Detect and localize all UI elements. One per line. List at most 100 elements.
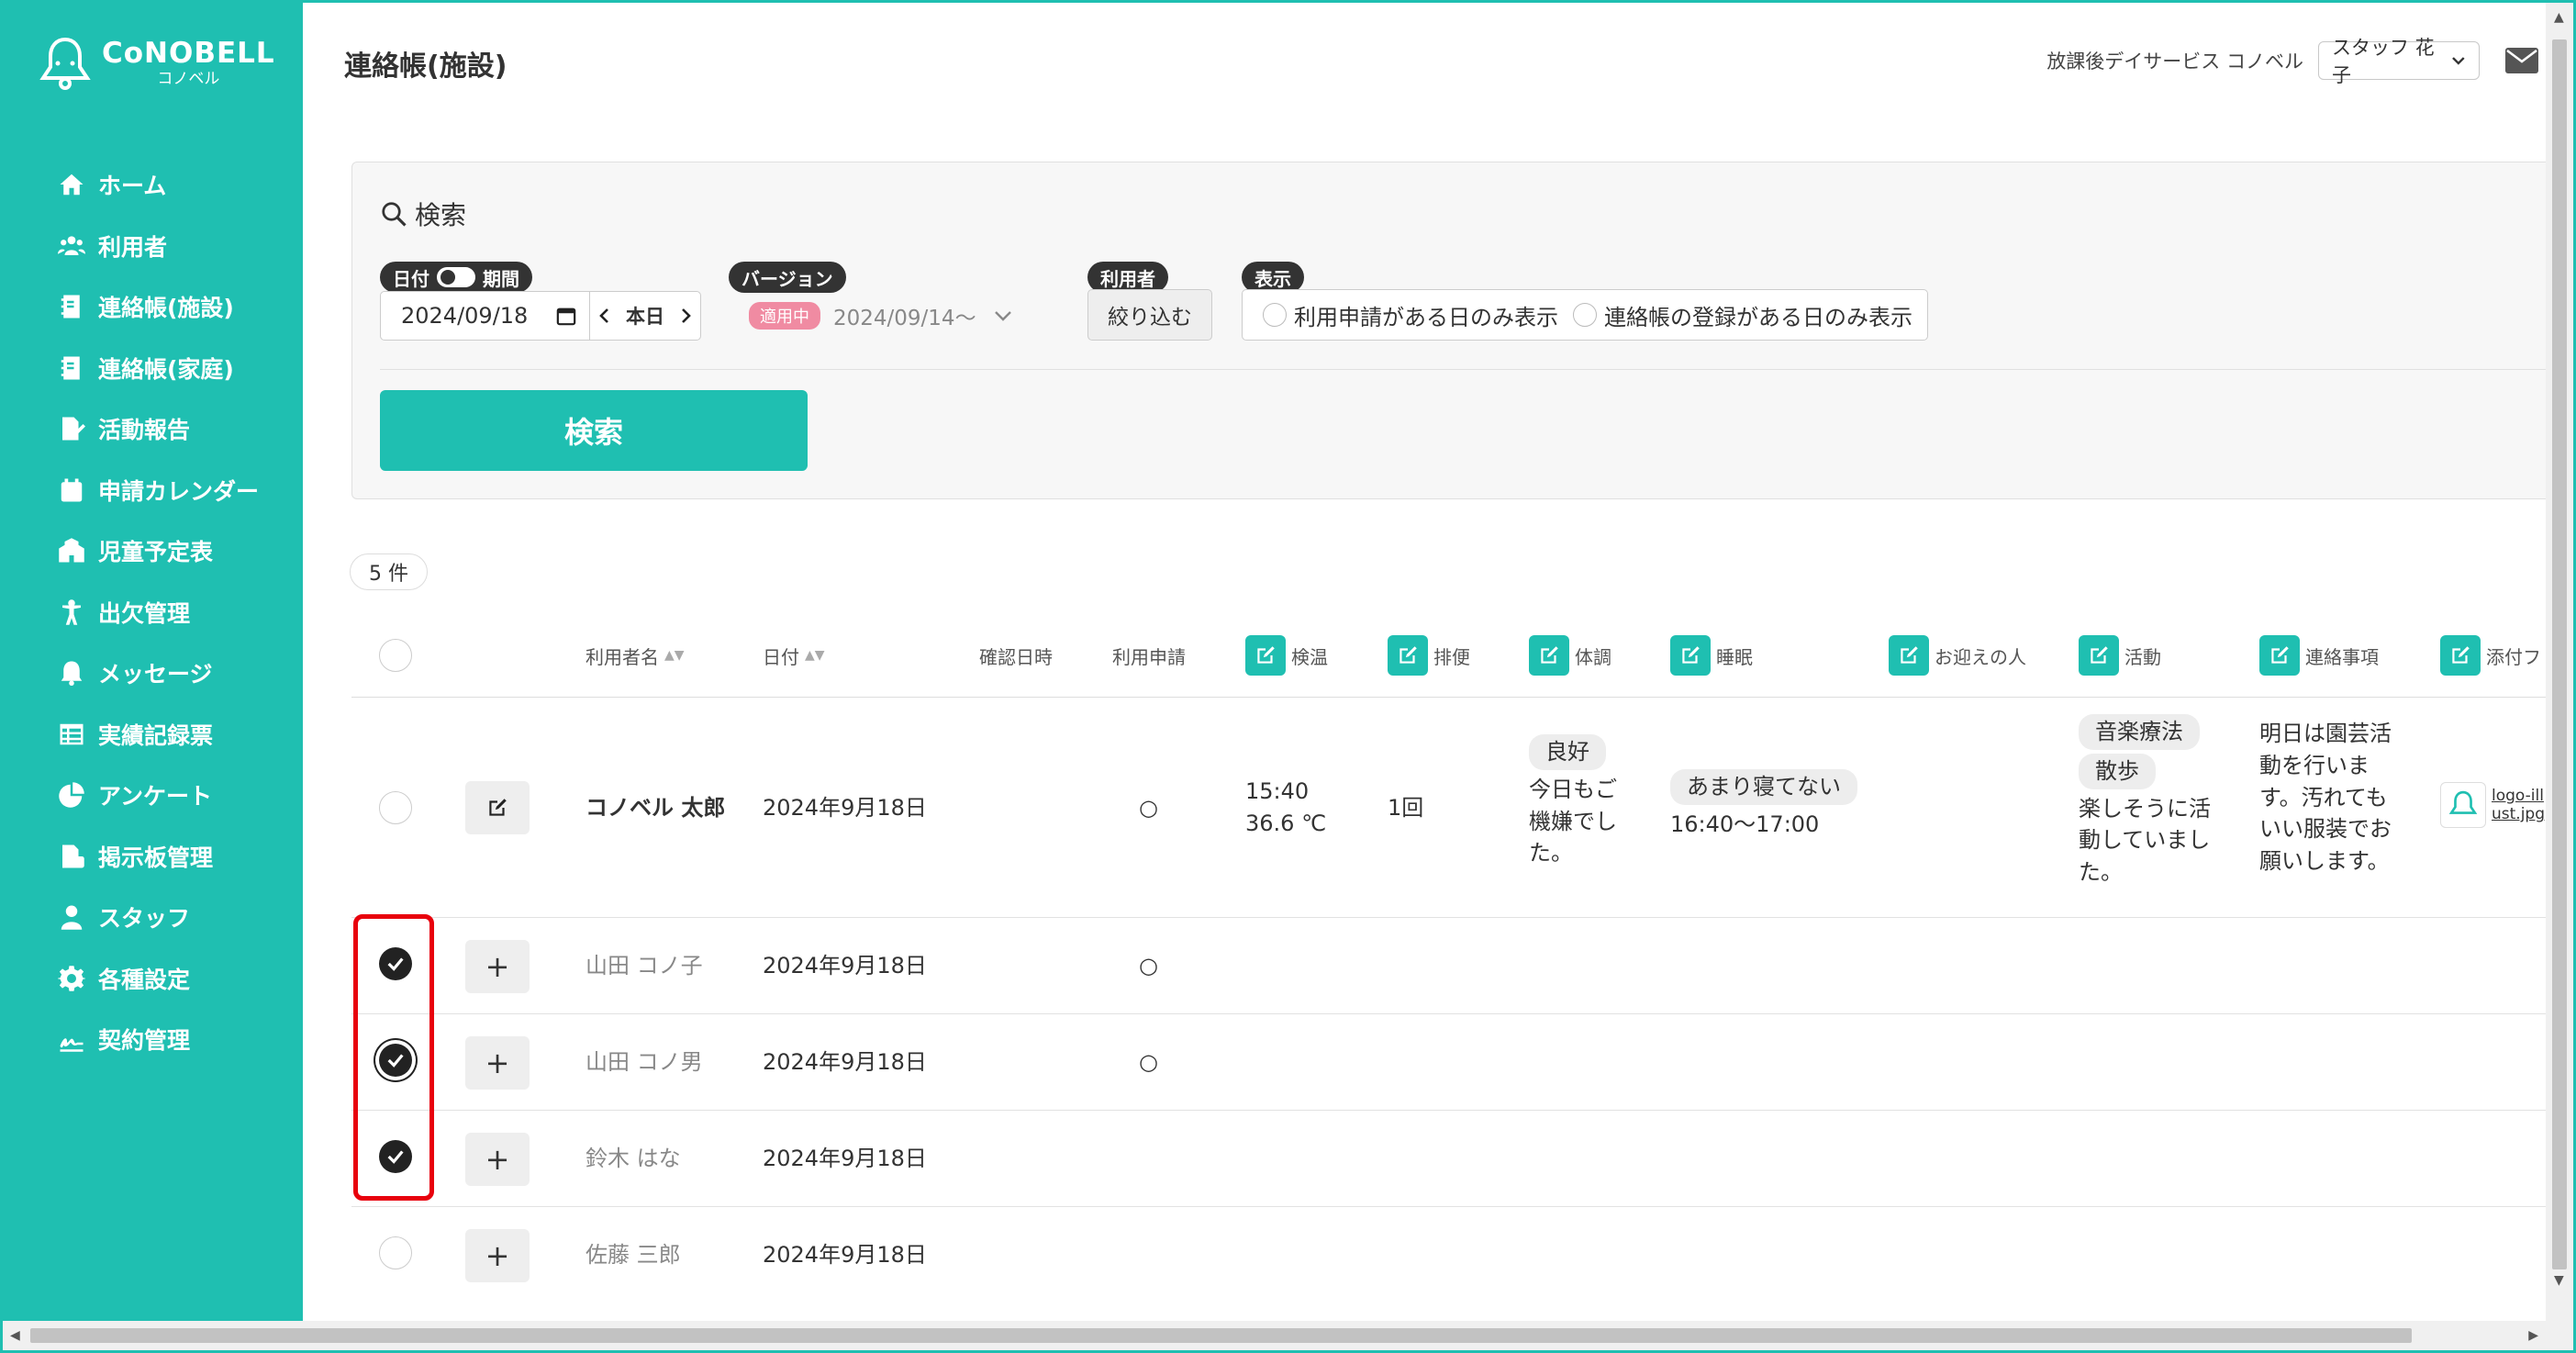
plus-icon: + (485, 1237, 510, 1273)
sidebar-item-label: 掲示板管理 (98, 844, 214, 871)
add-row-button[interactable]: + (465, 1133, 530, 1186)
home-icon (60, 174, 84, 196)
activity-tag: 音楽療法 (2079, 714, 2200, 750)
sidebar-item-notebook-facility[interactable]: 連絡帳(施設) (3, 276, 303, 338)
sidebar-item-schedule[interactable]: 児童予定表 (3, 520, 303, 582)
calendar-icon (61, 478, 83, 502)
header-sleep: 睡眠 (1670, 613, 1753, 698)
header-bowel-label: 排便 (1433, 645, 1470, 668)
search-heading: 検索 (380, 196, 466, 232)
edit-row-button[interactable] (465, 781, 530, 834)
scroll-left-icon[interactable]: ◀ (10, 1328, 20, 1343)
sidebar-item-attendance[interactable]: 出欠管理 (3, 582, 303, 643)
header-temperature-label: 検温 (1291, 645, 1328, 668)
highlight-annotation (353, 914, 434, 1201)
staff-select[interactable]: スタッフ 花子 (2318, 37, 2480, 86)
horizontal-scroll-thumb[interactable] (30, 1328, 2412, 1343)
edit-icon[interactable] (2259, 635, 2300, 676)
chevron-right-icon[interactable] (678, 307, 693, 325)
sleep-time: 16:40〜17:00 (1670, 811, 1820, 837)
add-row-button[interactable]: + (465, 1036, 530, 1090)
user-label: 利用者 (1087, 262, 1168, 293)
row-checkbox[interactable] (379, 791, 412, 824)
activity-text: 楽しそうに活動していました。 (2079, 795, 2211, 886)
sidebar-item-label: メッセージ (98, 661, 213, 688)
vertical-scroll-thumb[interactable] (2552, 39, 2567, 1269)
activity: 音楽療法 散歩 楽しそうに活動していました。 (2079, 714, 2214, 889)
vertical-scrollbar[interactable]: ▲ ▼ (2546, 3, 2573, 1325)
attachment[interactable]: logo-illust.jpg (2440, 782, 2550, 828)
user-name[interactable]: 鈴木 はな (585, 1143, 681, 1175)
row-date: 2024年9月18日 (763, 795, 927, 821)
table-row: + 山田 コノ男 2024年9月18日 ○ (351, 1014, 2573, 1111)
version-select[interactable]: 適用中 2024/09/14〜 (729, 291, 1062, 341)
sidebar-item-survey[interactable]: アンケート (3, 765, 303, 826)
radio-application-only[interactable] (1263, 303, 1287, 327)
sidebar-item-notebook-home[interactable]: 連絡帳(家庭) (3, 338, 303, 399)
calendar-icon[interactable] (556, 306, 576, 326)
horizontal-scrollbar[interactable]: ◀ ▶ (3, 1321, 2573, 1350)
sidebar-item-users[interactable]: 利用者 (3, 216, 303, 277)
gear-icon (58, 966, 85, 991)
condition-text: 今日もご機嫌でした。 (1529, 776, 1617, 867)
date-input[interactable]: 2024/09/18 (381, 292, 590, 340)
user-name[interactable]: 山田 コノ子 (585, 950, 703, 982)
divider (380, 369, 2573, 370)
scroll-right-icon[interactable]: ▶ (2528, 1328, 2538, 1343)
sidebar-item-activity-report[interactable]: 活動報告 (3, 398, 303, 460)
mail-icon[interactable] (2505, 47, 2538, 74)
radio-registered-only[interactable] (1573, 303, 1597, 327)
filter-button[interactable]: 絞り込む (1087, 289, 1212, 341)
add-row-button[interactable]: + (465, 1229, 530, 1282)
sidebar-item-calendar[interactable]: 申請カレンダー (3, 460, 303, 521)
sidebar-item-settings[interactable]: 各種設定 (3, 948, 303, 1010)
sidebar-item-home[interactable]: ホーム (3, 154, 303, 216)
sidebar-item-contract[interactable]: 契約管理 (3, 1009, 303, 1070)
sidebar-item-board[interactable]: 掲示板管理 (3, 826, 303, 888)
edit-icon[interactable] (1388, 635, 1428, 676)
edit-icon[interactable] (1889, 635, 1929, 676)
results-table: 利用者名 ▲▼ 日付 ▲▼ 確認日時 利用申請 検温 排便 体調 睡眠 お迎えの人 … (351, 613, 2573, 1303)
user-name[interactable]: 佐藤 三郎 (585, 1239, 681, 1271)
row-checkbox[interactable] (379, 1236, 412, 1269)
date-mode-toggle[interactable] (437, 267, 475, 287)
sidebar-item-records[interactable]: 実績記録票 (3, 704, 303, 766)
edit-icon[interactable] (2440, 635, 2481, 676)
search-button[interactable]: 検索 (380, 390, 808, 471)
attachment-filename[interactable]: logo-illust.jpg (2492, 787, 2547, 824)
header-condition: 体調 (1529, 613, 1611, 698)
logo[interactable]: CoNOBELL コノベル (39, 36, 275, 91)
row-date: 2024年9月18日 (763, 1049, 927, 1075)
contract-icon (60, 1038, 84, 1052)
add-row-button[interactable]: + (465, 940, 530, 993)
user-name[interactable]: コノベル 太郎 (585, 792, 725, 824)
edit-icon[interactable] (1670, 635, 1711, 676)
activity-tag: 散歩 (2079, 753, 2156, 789)
header-date[interactable]: 日付 ▲▼ (763, 613, 825, 698)
select-all-checkbox[interactable] (379, 639, 412, 672)
sort-icon: ▲▼ (664, 648, 685, 663)
chevron-left-icon[interactable] (597, 307, 612, 325)
header-condition-label: 体調 (1575, 645, 1611, 668)
header-name[interactable]: 利用者名 ▲▼ (585, 613, 685, 698)
version-label: バージョン (729, 262, 846, 293)
today-button[interactable]: 本日 (626, 302, 664, 330)
scroll-down-icon[interactable]: ▼ (2554, 1273, 2564, 1288)
user-name[interactable]: 山田 コノ男 (585, 1046, 703, 1079)
sleep-tag: あまり寝てない (1670, 769, 1857, 805)
display-label: 表示 (1242, 262, 1304, 293)
sidebar-item-label: 出欠管理 (98, 599, 191, 627)
header-notes: 連絡事項 (2259, 613, 2379, 698)
display-option-label: 連絡帳の登録がある日のみ表示 (1604, 304, 1912, 330)
application-mark: ○ (1139, 795, 1158, 821)
person-icon (62, 599, 81, 625)
scroll-up-icon[interactable]: ▲ (2554, 10, 2564, 25)
edit-icon[interactable] (1529, 635, 1569, 676)
edit-icon[interactable] (1245, 635, 1286, 676)
display-option-label: 利用申請がある日のみ表示 (1294, 304, 1558, 330)
sidebar-item-label: 児童予定表 (98, 539, 214, 566)
sidebar-item-message[interactable]: メッセージ (3, 643, 303, 704)
display-options: 利用申請がある日のみ表示 連絡帳の登録がある日のみ表示 (1242, 289, 1928, 341)
sidebar-item-staff[interactable]: スタッフ (3, 887, 303, 948)
edit-icon[interactable] (2079, 635, 2119, 676)
